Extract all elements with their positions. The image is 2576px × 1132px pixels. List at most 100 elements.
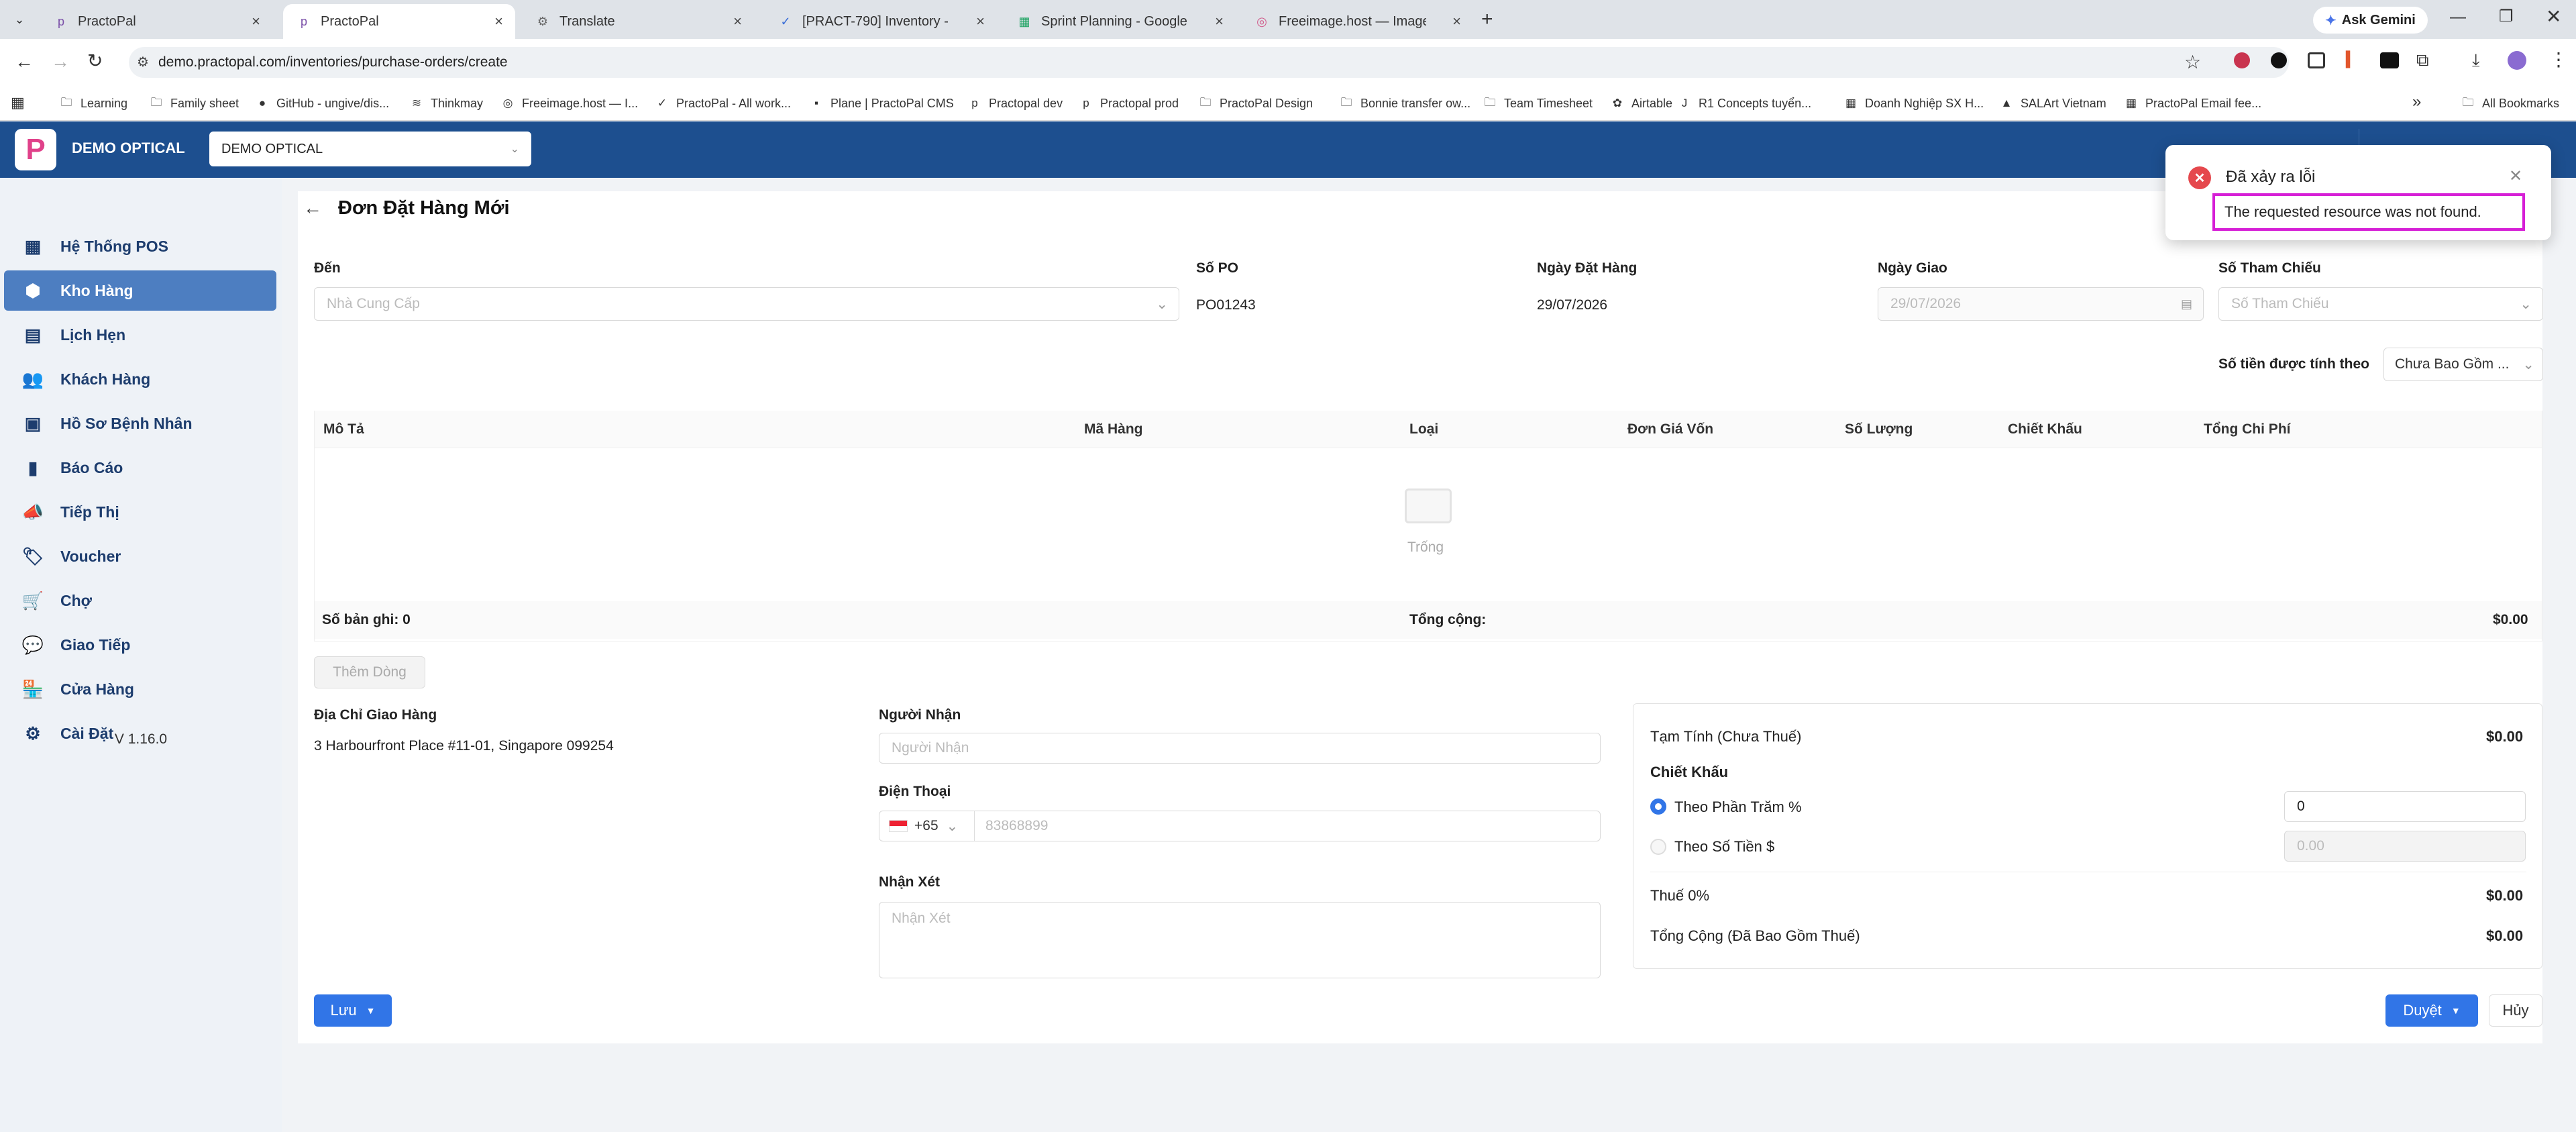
bookmark-star-icon[interactable]: ☆ — [2184, 51, 2201, 73]
tab-close-icon[interactable]: × — [1215, 13, 1224, 30]
profile-avatar[interactable] — [2508, 51, 2526, 70]
bookmark-item[interactable]: 🗀 Learning — [59, 93, 128, 114]
address-bar[interactable]: demo.practopal.com/inventories/purchase-… — [129, 47, 2289, 78]
approve-button[interactable]: Duyệt ▼ — [2385, 994, 2478, 1027]
column-header: Chiết Khấu — [2008, 421, 2082, 437]
bookmark-item[interactable]: ▪ Plane | PractoPal CMS — [809, 93, 954, 114]
tab-close-icon[interactable]: × — [252, 13, 260, 30]
new-tab-button[interactable]: + — [1481, 8, 1493, 31]
browser-tab[interactable]: p PractoPal × — [283, 4, 515, 39]
sidebar-item[interactable]: 💬 Giao Tiếp — [4, 625, 276, 665]
browser-tab[interactable]: ⚙ Translate × — [522, 4, 754, 39]
empty-state-text: Trống — [1407, 539, 1444, 555]
tab-close-icon[interactable]: × — [733, 13, 742, 30]
practopal-logo[interactable]: P — [15, 129, 56, 170]
note-placeholder: Nhận Xét — [892, 911, 951, 926]
calculator-icon: ▦ — [24, 236, 42, 256]
note-textarea[interactable]: Nhận Xét — [879, 902, 1601, 978]
amount-basis-select[interactable]: Chưa Bao Gồm ... ⌄ — [2383, 348, 2543, 381]
percent-radio[interactable] — [1650, 799, 1666, 815]
forward-icon[interactable]: → — [51, 51, 70, 72]
store-select[interactable]: DEMO OPTICAL ⌄ — [209, 132, 531, 166]
browser-tab[interactable]: ▦ Sprint Planning - Google Sheets × — [1004, 4, 1236, 39]
sidebar-item[interactable]: 📣 Tiếp Thị — [4, 492, 276, 532]
restore-button[interactable]: ❐ — [2499, 7, 2514, 26]
add-row-button[interactable]: Thêm Dòng — [314, 656, 425, 688]
amount-input[interactable]: 0.00 — [2284, 831, 2526, 862]
close-window-button[interactable]: ✕ — [2546, 5, 2561, 28]
all-bookmarks-label: All Bookmarks — [2482, 96, 2560, 110]
bookmark-item[interactable]: 🗀 Family sheet — [149, 93, 239, 114]
tab-close-icon[interactable]: × — [494, 13, 503, 30]
browser-menu-icon[interactable]: ⋮ — [2549, 48, 2568, 70]
sidebar-item[interactable]: ▣ Hồ Sơ Bệnh Nhân — [4, 403, 276, 444]
bookmark-item[interactable]: 🗀 Bonnie transfer ow... — [1339, 93, 1471, 114]
bookmark-item[interactable]: ≋ Thinkmay — [409, 93, 483, 114]
store-select-value: DEMO OPTICAL — [221, 141, 323, 156]
bookmark-item[interactable]: ▲ SALArt Vietnam — [1999, 93, 2106, 114]
all-bookmarks[interactable]: 🗀 All Bookmarks — [2461, 93, 2560, 114]
minimize-button[interactable]: — — [2450, 8, 2466, 27]
browser-tab[interactable]: ✓ [PRACT-790] Inventory - Vietnam × — [765, 4, 997, 39]
chevron-down-icon: ⌄ — [1156, 296, 1168, 312]
folder-icon: 🗀 — [2462, 95, 2474, 109]
sidebar-item[interactable]: 🏪 Cửa Hàng — [4, 669, 276, 709]
toast-close-icon[interactable]: ✕ — [2509, 166, 2522, 186]
apps-icon[interactable]: ▦ — [11, 94, 25, 111]
sidebar-item[interactable]: ▮ Báo Cáo — [4, 448, 276, 488]
extension-icon-4[interactable]: ▍ — [2346, 51, 2357, 68]
tab-close-icon[interactable]: × — [976, 13, 985, 30]
bookmark-item[interactable]: 🗀 PractoPal Design — [1198, 93, 1313, 114]
bookmark-item[interactable]: ● GitHub - ungive/dis... — [255, 93, 389, 114]
supplier-select[interactable]: Nhà Cung Cấp ⌄ — [314, 287, 1179, 321]
phone-country-select[interactable]: +65 ⌄ — [879, 811, 975, 841]
cancel-button[interactable]: Hủy — [2489, 994, 2542, 1027]
amount-radio[interactable] — [1650, 839, 1666, 855]
reload-icon[interactable]: ↻ — [87, 50, 103, 72]
site-info-icon[interactable]: ⚙ — [137, 54, 149, 70]
bookmark-icon: ✓ — [657, 97, 667, 109]
sidebar-item[interactable]: 🏷 Voucher — [4, 536, 276, 576]
bookmark-item[interactable]: ▦ PractoPal Email fee... — [2124, 93, 2261, 114]
back-arrow-icon[interactable]: ← — [303, 197, 322, 219]
ask-gemini-button[interactable]: ✦ Ask Gemini — [2313, 7, 2428, 34]
extensions-puzzle-icon[interactable]: ⧉ — [2416, 50, 2429, 71]
extension-icon-1[interactable] — [2234, 52, 2250, 68]
recipient-input[interactable]: Người Nhận — [879, 733, 1601, 764]
back-icon[interactable]: ← — [15, 51, 34, 72]
supplier-placeholder: Nhà Cung Cấp — [327, 296, 420, 311]
bookmark-item[interactable]: 🗀 Team Timesheet — [1483, 93, 1593, 114]
column-header: Số Lượng — [1845, 421, 1913, 437]
reference-select[interactable]: Số Tham Chiếu ⌄ — [2218, 287, 2543, 321]
phone-input[interactable]: +65 ⌄ 83868899 — [879, 811, 1601, 841]
bookmarks-overflow-icon[interactable]: » — [2412, 93, 2421, 111]
browser-tab[interactable]: p PractoPal × — [40, 4, 272, 39]
tab-close-icon[interactable]: × — [1452, 13, 1461, 30]
extension-icon-2[interactable] — [2271, 52, 2287, 68]
sidebar-item-label: Hệ Thống POS — [60, 237, 168, 255]
sidebar-item[interactable]: ⬢ Kho Hàng — [4, 270, 276, 311]
bookmark-label: Learning — [80, 96, 128, 110]
extension-icon-3[interactable] — [2308, 52, 2325, 68]
bookmark-item[interactable]: ✓ PractoPal - All work... — [655, 93, 791, 114]
sidebar-item[interactable]: 👥 Khách Hàng — [4, 359, 276, 399]
megaphone-icon: 📣 — [21, 501, 44, 522]
percent-input[interactable]: 0 — [2284, 791, 2526, 822]
bookmark-item[interactable]: p Practopal prod — [1079, 93, 1179, 114]
download-icon[interactable]: ⤓ — [2472, 50, 2480, 71]
bookmark-item[interactable]: ◎ Freeimage.host — I... — [500, 93, 639, 114]
bookmark-item[interactable]: ▦ Doanh Nghiệp SX H... — [1843, 93, 1984, 114]
sidebar-item[interactable]: ▦ Hệ Thống POS — [4, 226, 276, 266]
sidebar-item[interactable]: 🛒 Chợ — [4, 580, 276, 621]
tab-search-icon[interactable]: ⌄ — [9, 9, 30, 30]
bookmark-item[interactable]: p Practopal dev — [967, 93, 1063, 114]
singapore-flag-icon — [889, 820, 908, 832]
extension-icon-5[interactable] — [2380, 52, 2399, 68]
delivery-date-picker[interactable]: 29/07/2026 ▤ — [1878, 287, 2204, 321]
save-button[interactable]: Lưu ▼ — [314, 994, 392, 1027]
sidebar-item[interactable]: ▤ Lịch Hẹn — [4, 315, 276, 355]
bookmark-item[interactable]: J R1 Concepts tuyển... — [1677, 93, 1811, 114]
bookmark-item[interactable]: ✿ Airtable — [1610, 93, 1672, 114]
bookmark-icon: ▲ — [2000, 97, 2012, 109]
browser-tab[interactable]: ◎ Freeimage.host — Image Hosting × — [1241, 4, 1473, 39]
